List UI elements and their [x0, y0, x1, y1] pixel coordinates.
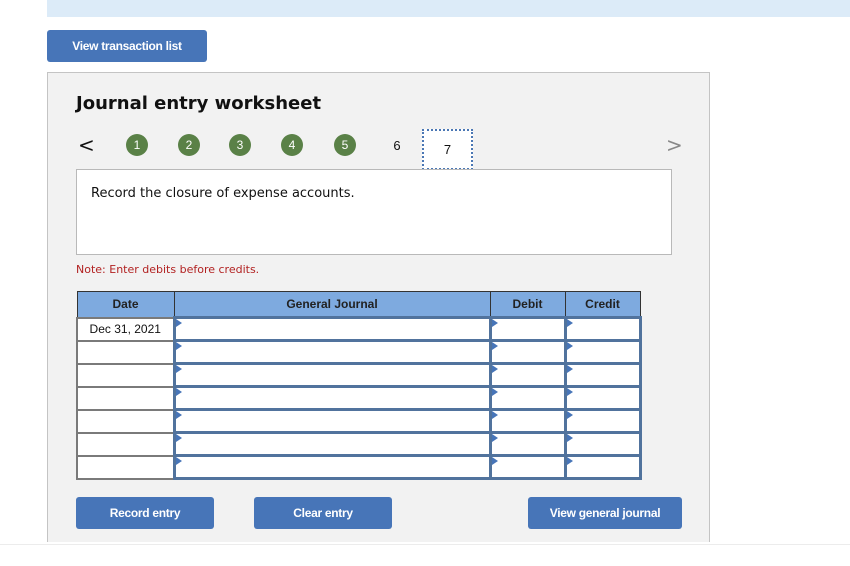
debit-input[interactable]: [488, 431, 567, 457]
cell-marker-icon: [491, 388, 498, 396]
column-header-debit: Debit: [489, 291, 566, 318]
step-5-button[interactable]: 5: [334, 134, 356, 156]
chevron-right-icon[interactable]: >: [666, 133, 683, 157]
column-header-date: Date: [76, 291, 175, 318]
date-cell[interactable]: [76, 339, 175, 365]
cell-marker-icon: [491, 434, 498, 442]
cell-marker-icon: [566, 342, 573, 350]
view-general-journal-button[interactable]: View general journal: [528, 497, 682, 529]
column-header-general-journal: General Journal: [173, 291, 491, 318]
step-6-button[interactable]: 6: [391, 134, 403, 156]
cell-marker-icon: [491, 342, 498, 350]
account-dropdown[interactable]: [172, 316, 492, 342]
step-1-button[interactable]: 1: [126, 134, 148, 156]
credit-input[interactable]: [563, 339, 642, 365]
table-row: [76, 408, 642, 434]
cell-marker-icon: [175, 434, 182, 442]
chevron-left-icon[interactable]: <: [78, 133, 95, 157]
credit-input[interactable]: [563, 431, 642, 457]
instruction-box: Record the closure of expense accounts.: [76, 169, 672, 255]
account-dropdown[interactable]: [172, 454, 492, 480]
debit-input[interactable]: [488, 454, 567, 480]
view-transaction-list-button[interactable]: View transaction list: [47, 30, 207, 62]
step-7-current[interactable]: 7: [422, 129, 473, 170]
account-dropdown[interactable]: [172, 385, 492, 411]
top-banner: [47, 0, 850, 17]
worksheet-title: Journal entry worksheet: [76, 93, 322, 114]
debit-input[interactable]: [488, 408, 567, 434]
table-row: [76, 339, 642, 365]
cell-marker-icon: [491, 319, 498, 327]
account-dropdown[interactable]: [172, 362, 492, 388]
table-header-row: Date General Journal Debit Credit: [76, 291, 641, 318]
debit-input[interactable]: [488, 362, 567, 388]
credit-input[interactable]: [563, 385, 642, 411]
cell-marker-icon: [566, 365, 573, 373]
table-row: Dec 31, 2021: [76, 316, 642, 342]
debit-input[interactable]: [488, 316, 567, 342]
cell-marker-icon: [566, 319, 573, 327]
divider: [0, 544, 850, 545]
cell-marker-icon: [566, 434, 573, 442]
step-3-button[interactable]: 3: [229, 134, 251, 156]
cell-marker-icon: [175, 457, 182, 465]
account-dropdown[interactable]: [172, 408, 492, 434]
date-cell[interactable]: [76, 454, 175, 480]
journal-entry-table: Date General Journal Debit Credit Dec 31…: [76, 291, 642, 480]
debit-input[interactable]: [488, 385, 567, 411]
credit-input[interactable]: [563, 316, 642, 342]
date-cell[interactable]: [76, 431, 175, 457]
cell-marker-icon: [566, 457, 573, 465]
clear-entry-button[interactable]: Clear entry: [254, 497, 392, 529]
note-text: Note: Enter debits before credits.: [76, 263, 260, 276]
date-cell[interactable]: [76, 408, 175, 434]
cell-marker-icon: [175, 342, 182, 350]
column-header-credit: Credit: [564, 291, 641, 318]
debit-input[interactable]: [488, 339, 567, 365]
account-dropdown[interactable]: [172, 431, 492, 457]
instruction-text: Record the closure of expense accounts.: [91, 186, 355, 201]
table-row: [76, 385, 642, 411]
cell-marker-icon: [175, 319, 182, 327]
cell-marker-icon: [175, 365, 182, 373]
cell-marker-icon: [491, 365, 498, 373]
journal-entry-worksheet-panel: Journal entry worksheet < 1 2 3 4 5 6 7 …: [47, 72, 710, 542]
date-cell[interactable]: [76, 385, 175, 411]
cell-marker-icon: [491, 411, 498, 419]
account-dropdown[interactable]: [172, 339, 492, 365]
cell-marker-icon: [175, 411, 182, 419]
date-cell[interactable]: Dec 31, 2021: [76, 316, 175, 342]
date-cell[interactable]: [76, 362, 175, 388]
cell-marker-icon: [175, 388, 182, 396]
table-row: [76, 431, 642, 457]
credit-input[interactable]: [563, 408, 642, 434]
cell-marker-icon: [566, 411, 573, 419]
step-2-button[interactable]: 2: [178, 134, 200, 156]
cell-marker-icon: [566, 388, 573, 396]
cell-marker-icon: [491, 457, 498, 465]
table-row: [76, 454, 642, 480]
credit-input[interactable]: [563, 454, 642, 480]
step-4-button[interactable]: 4: [281, 134, 303, 156]
table-row: [76, 362, 642, 388]
record-entry-button[interactable]: Record entry: [76, 497, 214, 529]
credit-input[interactable]: [563, 362, 642, 388]
